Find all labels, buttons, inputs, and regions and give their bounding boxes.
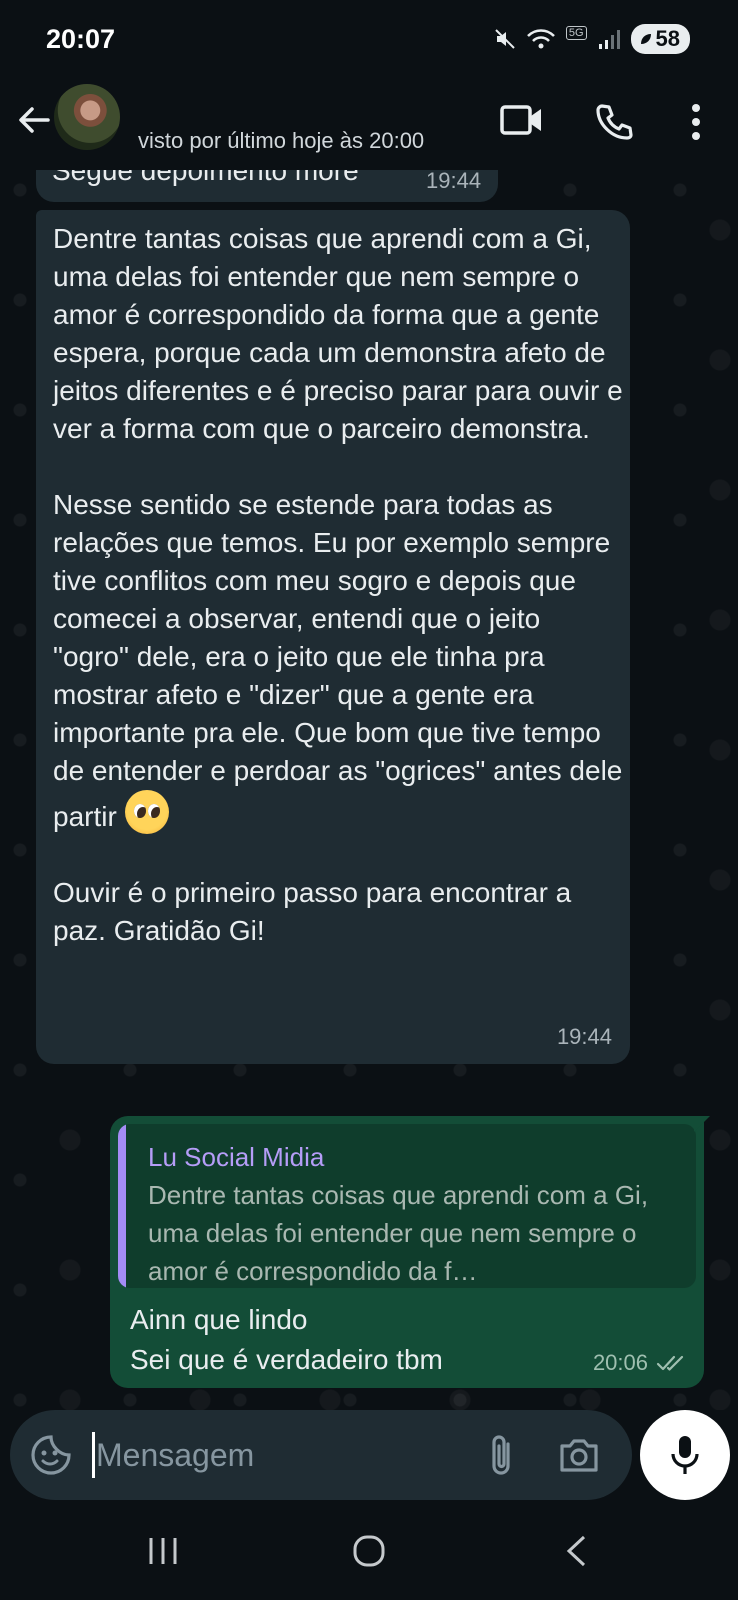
quote-author: Lu Social Midia [148, 1142, 325, 1172]
status-time: 20:07 [46, 24, 116, 54]
attach-icon[interactable] [488, 1434, 514, 1478]
quote-accent-bar [118, 1124, 126, 1288]
battery-indicator: 58 [630, 24, 690, 54]
bubble-tail [694, 1116, 710, 1132]
chat-header: visto por último hoje às 20:00 [0, 80, 738, 170]
message-meta: 20:06 [593, 1350, 686, 1376]
message-composer [10, 1410, 632, 1500]
back-nav-icon[interactable] [564, 1534, 588, 1568]
message-bubble-outgoing[interactable]: Lu Social Midia Dentre tantas coisas que… [110, 1116, 704, 1388]
message-time: 19:44 [556, 1024, 612, 1049]
message-bubble-previous[interactable]: Segue depoimento more 19:44 [36, 170, 498, 202]
message-text: Dentre tantas coisas que aprendi com a G… [53, 220, 623, 950]
pleading-face-emoji [124, 790, 169, 834]
message-time: 20:06 [592, 1350, 648, 1375]
quote-text: Dentre tantas coisas que aprendi com a G… [148, 1180, 649, 1286]
system-nav-bar [0, 1510, 738, 1600]
home-icon[interactable] [352, 1534, 386, 1568]
message-text-part2: Ouvir é o primeiro passo para encontrar … [53, 877, 572, 946]
last-seen-text[interactable]: visto por último hoje às 20:00 [138, 128, 424, 154]
voice-message-button[interactable] [640, 1410, 730, 1500]
more-vert-icon[interactable] [684, 102, 708, 142]
quoted-message[interactable]: Lu Social Midia Dentre tantas coisas que… [118, 1124, 696, 1288]
status-bar: 20:07 5G 58 [0, 0, 738, 80]
wifi-icon [526, 29, 555, 49]
chat-area[interactable]: Segue depoimento more 19:44 Dentre tanta… [0, 170, 738, 1410]
message-input[interactable] [94, 1432, 468, 1478]
signal-icon [598, 30, 620, 49]
back-arrow-icon[interactable] [14, 100, 54, 140]
phone-icon[interactable] [594, 102, 634, 142]
message-text: Ainn que lindo Sei que é verdadeiro tbm [130, 1304, 443, 1375]
status-icons: 5G 58 [494, 24, 690, 54]
video-call-icon[interactable] [500, 102, 544, 138]
mute-icon [495, 29, 515, 49]
message-time: 19:44 [426, 170, 482, 193]
camera-icon[interactable] [558, 1436, 600, 1474]
message-text-part1: Dentre tantas coisas que aprendi com a G… [53, 223, 623, 832]
double-check-icon [656, 1355, 684, 1371]
contact-avatar[interactable] [54, 84, 120, 150]
microphone-icon [671, 1436, 699, 1474]
battery-level: 58 [655, 26, 680, 51]
message-text: Segue depoimento more [52, 170, 359, 186]
recent-apps-icon[interactable] [146, 1536, 180, 1566]
battery-saver-icon [640, 34, 651, 44]
network-type-badge: 5G [565, 26, 587, 40]
message-bubble-incoming[interactable]: Dentre tantas coisas que aprendi com a G… [36, 210, 630, 1064]
emoji-sticker-icon[interactable] [30, 1434, 72, 1476]
